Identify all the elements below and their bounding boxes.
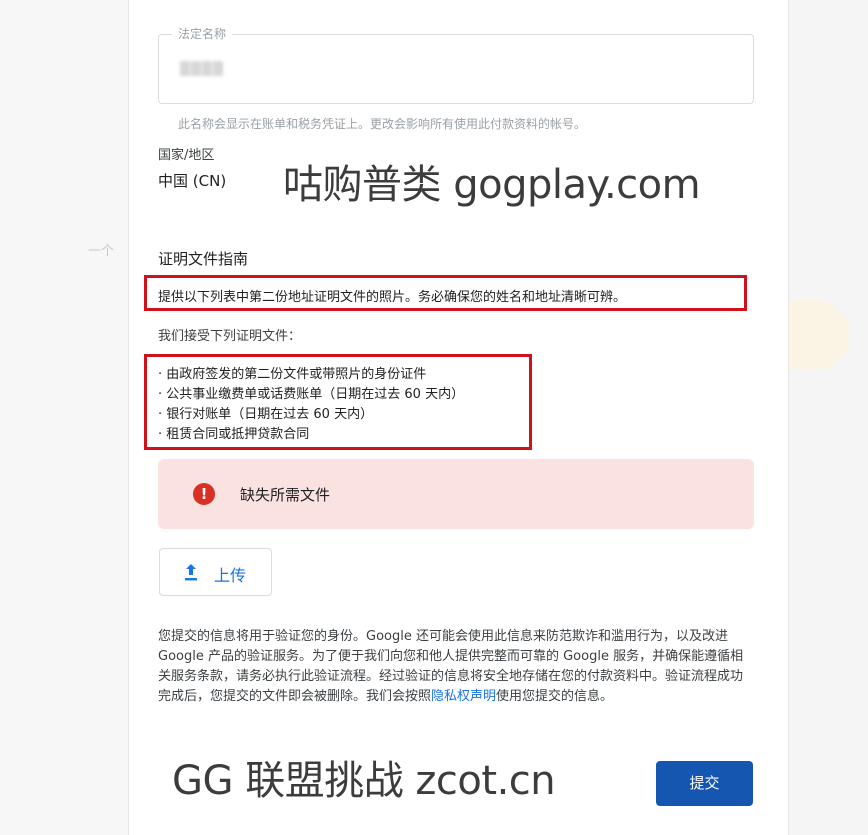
alert-text: 缺失所需文件: [240, 486, 331, 504]
list-item: 银行对账单（日期在过去 60 天内）: [158, 405, 464, 425]
missing-document-alert: ! 缺失所需文件: [158, 459, 754, 529]
upload-button[interactable]: 上传: [159, 548, 272, 596]
background-text: 一个: [88, 244, 115, 259]
background-left: [0, 0, 128, 835]
country-value: 中国 (CN): [158, 172, 227, 190]
accepted-documents-label: 我们接受下列证明文件：: [158, 329, 302, 344]
upload-label: 上传: [214, 566, 247, 585]
country-label: 国家/地区: [158, 148, 215, 163]
privacy-notice: 您提交的信息将用于验证您的身份。Google 还可能会使用此信息来防范欺诈和滥用…: [158, 627, 754, 707]
list-item: 租赁合同或抵押贷款合同: [158, 425, 464, 445]
legal-name-helper-text: 此名称会显示在账单和税务凭证上。更改会影响所有使用此付款资料的帐号。: [178, 117, 587, 131]
list-item: 公共事业缴费单或话费账单（日期在过去 60 天内）: [158, 385, 464, 405]
privacy-suffix: 使用您提交的信息。: [496, 689, 614, 704]
legal-name-value: ▒▒▒▒: [180, 62, 224, 77]
legal-name-label: 法定名称: [172, 25, 233, 42]
watermark-bottom: GG 联盟挑战 zcot.cn: [172, 758, 556, 804]
document-list: 由政府签发的第二份文件或带照片的身份证件 公共事业缴费单或话费账单（日期在过去 …: [158, 365, 464, 445]
upload-icon: [185, 564, 197, 581]
list-item: 由政府签发的第二份文件或带照片的身份证件: [158, 365, 464, 385]
guide-description: 提供以下列表中第二份地址证明文件的照片。务必确保您的姓名和地址清晰可辨。: [158, 290, 627, 305]
privacy-policy-link[interactable]: 隐私权声明: [431, 689, 496, 704]
legal-name-field[interactable]: [158, 34, 754, 104]
guide-title: 证明文件指南: [158, 250, 249, 268]
error-icon: !: [193, 483, 215, 505]
background-right: [787, 0, 868, 835]
submit-button[interactable]: 提交: [656, 761, 753, 806]
watermark-top: 咕购普类 gogplay.com: [283, 162, 701, 208]
